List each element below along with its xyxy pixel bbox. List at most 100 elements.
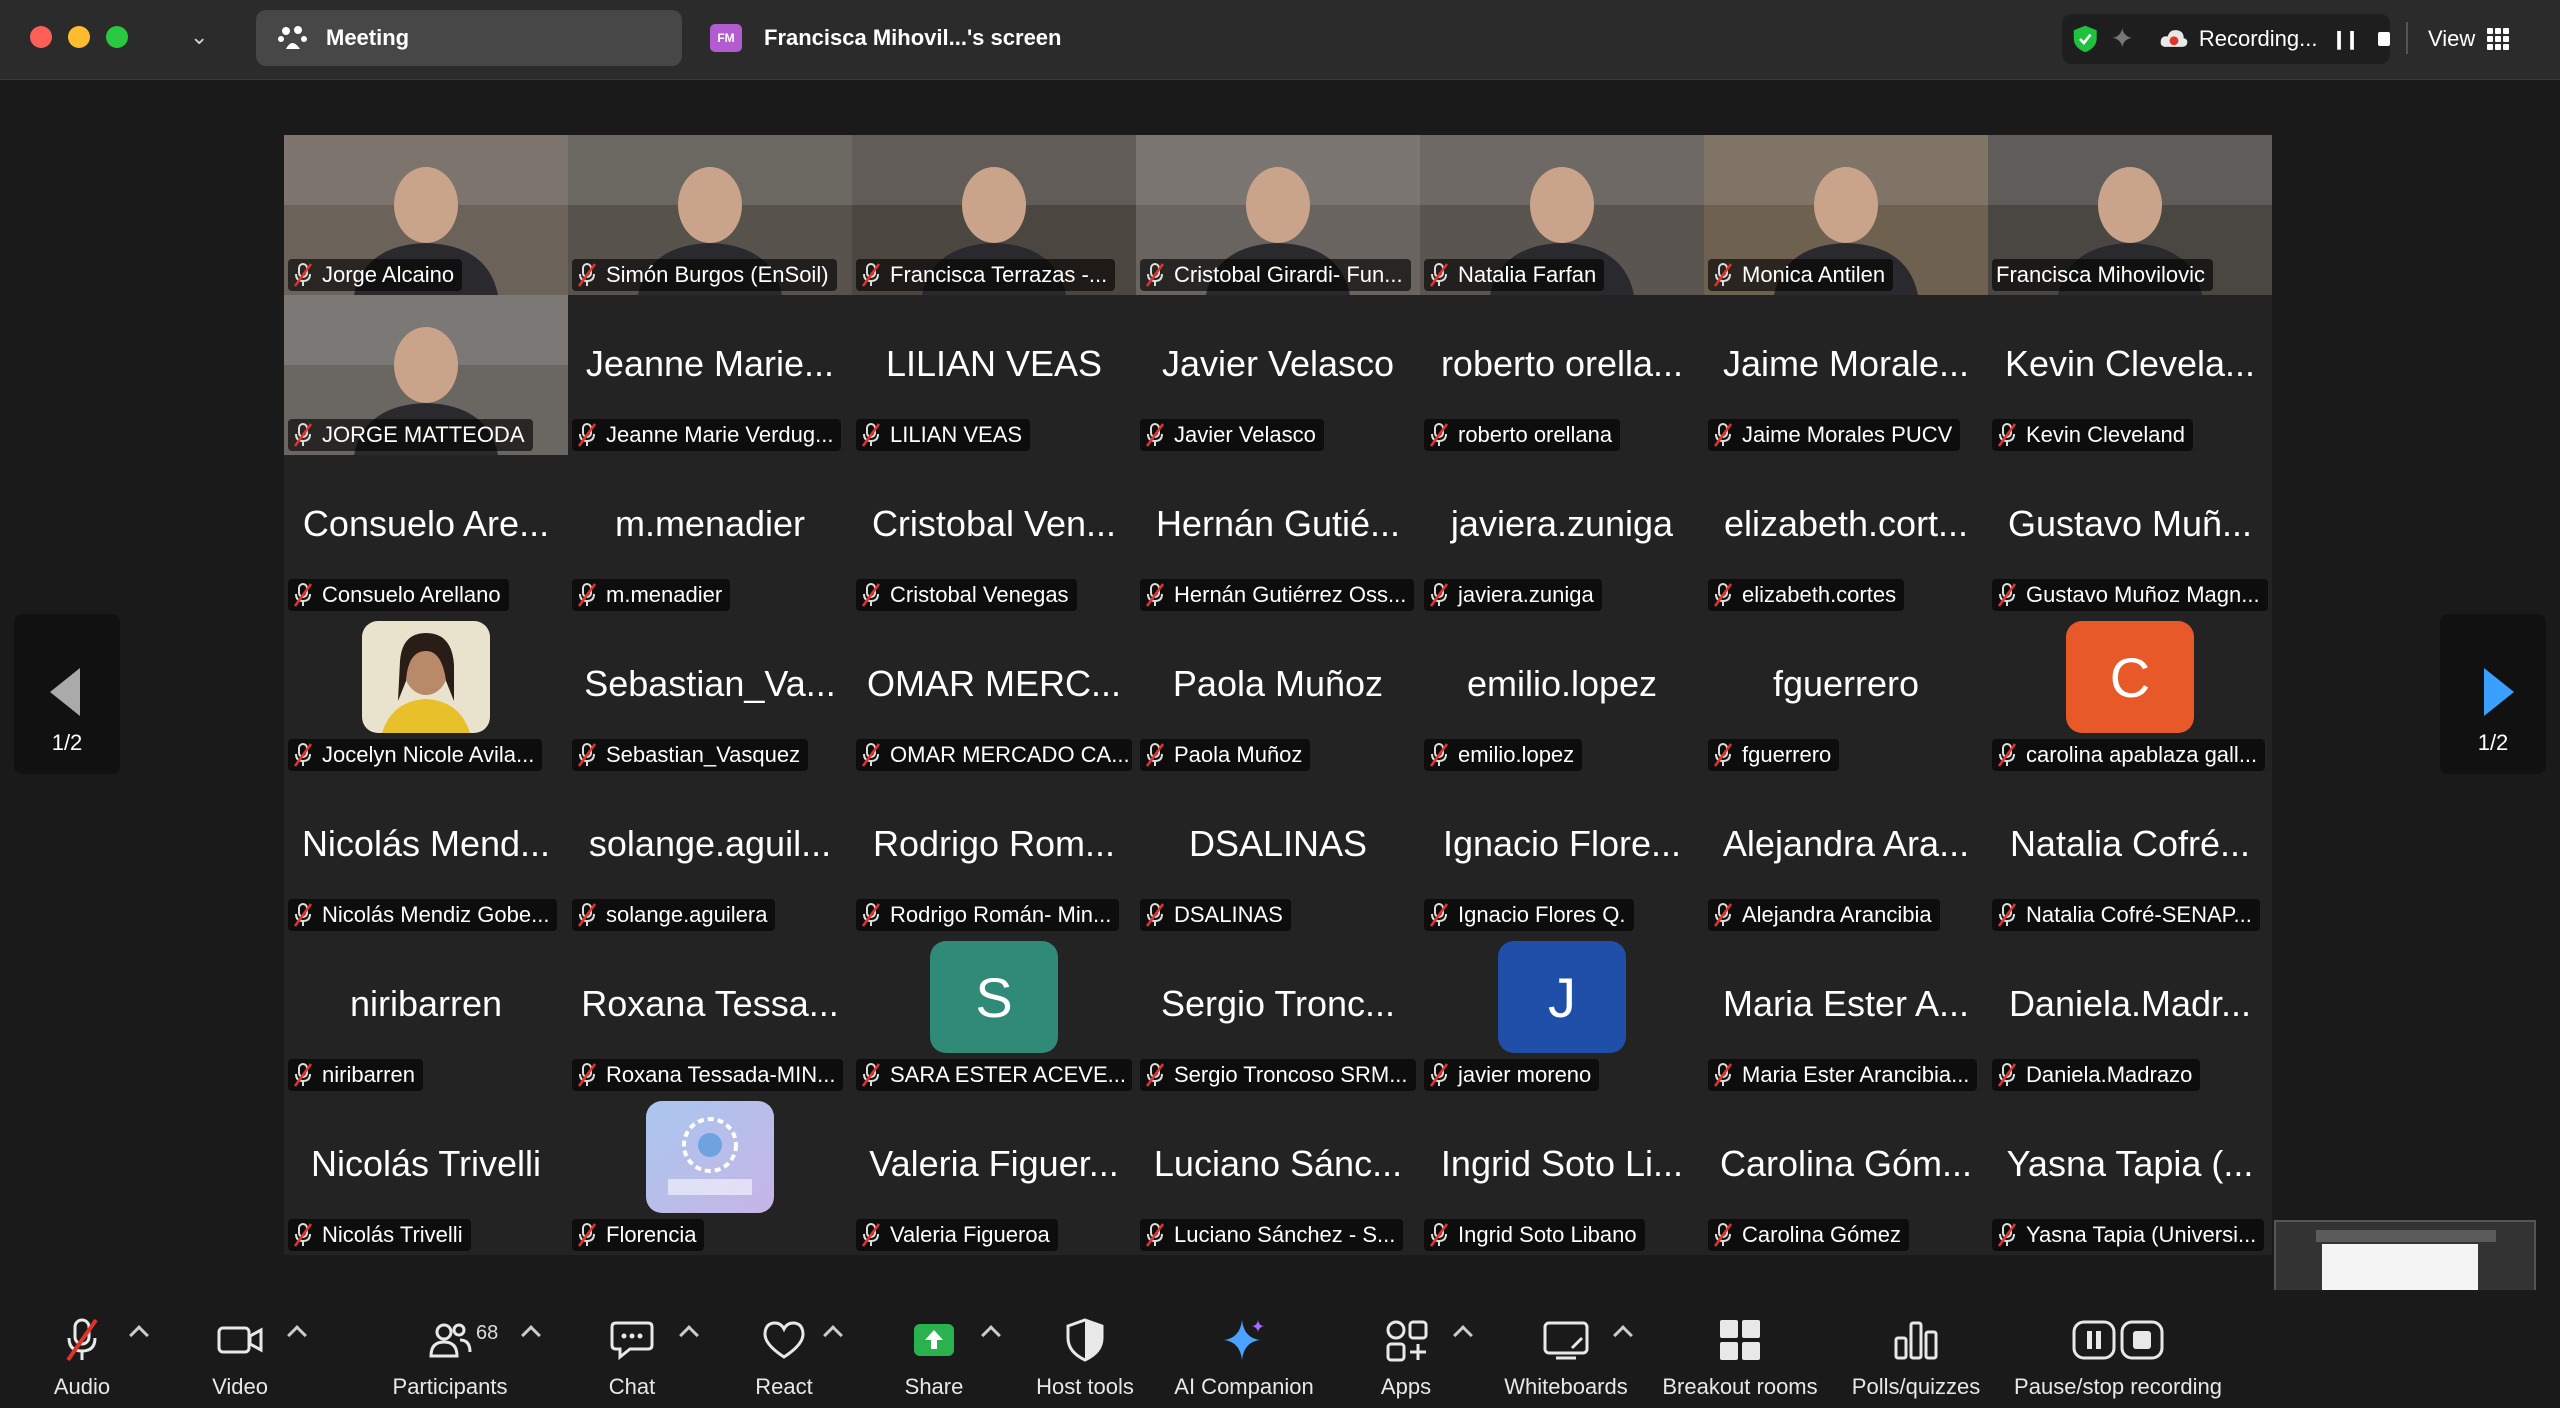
share-options-caret[interactable] [981,1325,1001,1345]
participant-tile[interactable]: Kevin Clevela... Kevin Cleveland [1988,295,2272,455]
muted-mic-icon [1145,263,1165,287]
participant-tile[interactable]: roberto orella... roberto orellana [1420,295,1704,455]
participants-button[interactable]: Participants [382,1290,518,1408]
titlebar-divider [2406,22,2408,54]
participant-tile[interactable]: OMAR MERC... OMAR MERCADO CA... [852,615,1136,775]
participant-tile[interactable]: Nicolás Mend... Nicolás Mendiz Gobe... [284,775,568,935]
pause-stop-recording-button[interactable]: Pause/stop recording [2010,1290,2226,1408]
participant-tile[interactable]: Hernán Gutié... Hernán Gutiérrez Oss... [1136,455,1420,615]
participant-name-label: Sergio Troncoso SRM... [1140,1059,1416,1091]
participant-tile[interactable]: Jeanne Marie... Jeanne Marie Verdug... [568,295,852,455]
whiteboards-button[interactable]: Whiteboards [1500,1290,1632,1408]
polls-quizzes-button[interactable]: Polls/quizzes [1848,1290,1984,1408]
participant-tile[interactable]: Natalia Farfan [1420,135,1704,295]
participant-tile[interactable]: fguerrero fguerrero [1704,615,1988,775]
participant-tile[interactable]: Luciano Sánc... Luciano Sánchez - S... [1136,1095,1420,1255]
participant-tile[interactable]: Consuelo Are... Consuelo Arellano [284,455,568,615]
audio-button[interactable]: Audio [40,1290,124,1408]
tab-meeting[interactable]: Meeting [256,10,682,66]
participant-display-name: Nicolás Mend... [301,823,551,864]
participant-tile[interactable]: Rodrigo Rom... Rodrigo Román- Min... [852,775,1136,935]
video-button[interactable]: Video [198,1290,282,1408]
participant-tile[interactable]: Paola Muñoz Paola Muñoz [1136,615,1420,775]
participants-options-caret[interactable] [521,1325,541,1345]
stop-recording-icon[interactable] [2377,32,2390,46]
participant-tile[interactable]: Roxana Tessa... Roxana Tessada-MIN... [568,935,852,1095]
view-button[interactable]: View [2428,16,2510,62]
react-options-caret[interactable] [823,1325,843,1345]
ai-sparkle-icon[interactable]: ✦ [2110,24,2136,54]
participant-tile[interactable]: Florencia [568,1095,852,1255]
participants-label: Participants [392,1374,508,1399]
muted-mic-icon [293,1063,313,1087]
window-maximize-button[interactable] [106,26,128,48]
participant-tile[interactable]: niribarren niribarren [284,935,568,1095]
participant-tile[interactable]: solange.aguil... solange.aguilera [568,775,852,935]
participant-name: Cristobal Girardi- Fun... [1174,262,1403,287]
participant-tile[interactable]: Sebastian_Va... Sebastian_Vasquez [568,615,852,775]
participant-tile[interactable]: S SARA ESTER ACEVE... [852,935,1136,1095]
participant-tile[interactable]: Valeria Figuer... Valeria Figueroa [852,1095,1136,1255]
participant-tile[interactable]: m.menadier m.menadier [568,455,852,615]
participant-tile[interactable]: JORGE MATTEODA [284,295,568,455]
participant-tile[interactable]: javiera.zuniga javiera.zuniga [1420,455,1704,615]
participant-tile[interactable]: Javier Velasco Javier Velasco [1136,295,1420,455]
participant-tile[interactable]: Simón Burgos (EnSoil) [568,135,852,295]
pause-recording-icon[interactable]: ❙❙ [2331,29,2359,50]
participant-name: Roxana Tessada-MIN... [606,1062,836,1087]
participant-tile[interactable]: Francisca Terrazas -... [852,135,1136,295]
participant-tile[interactable]: Maria Ester A... Maria Ester Arancibia... [1704,935,1988,1095]
participant-tile[interactable]: LILIAN VEAS LILIAN VEAS [852,295,1136,455]
breakout-rooms-button[interactable]: Breakout rooms [1660,1290,1820,1408]
window-minimize-button[interactable] [68,26,90,48]
audio-options-caret[interactable] [129,1325,149,1345]
participant-tile[interactable]: Gustavo Muñ... Gustavo Muñoz Magn... [1988,455,2272,615]
participant-tile[interactable]: Jaime Morale... Jaime Morales PUCV [1704,295,1988,455]
participant-tile[interactable]: emilio.lopez emilio.lopez [1420,615,1704,775]
participant-tile[interactable]: Carolina Góm... Carolina Gómez [1704,1095,1988,1255]
apps-label: Apps [1380,1374,1432,1399]
participant-tile[interactable]: Jorge Alcaino [284,135,568,295]
participant-tile[interactable]: Nicolás Trivelli Nicolás Trivelli [284,1095,568,1255]
apps-options-caret[interactable] [1453,1325,1473,1345]
participant-display-name: Sebastian_Va... [584,663,836,704]
react-button[interactable]: React [742,1290,826,1408]
participant-tile[interactable]: Francisca Mihovilovic [1988,135,2272,295]
participant-name-label: Ingrid Soto Libano [1424,1219,1645,1251]
chevron-down-icon[interactable]: ⌄ [190,24,208,50]
participant-name-label: fguerrero [1708,739,1840,771]
participant-tile[interactable]: Yasna Tapia (... Yasna Tapia (Universi... [1988,1095,2272,1255]
apps-button[interactable]: Apps [1364,1290,1448,1408]
muted-mic-icon [1713,583,1733,607]
participant-tile[interactable]: Daniela.Madr... Daniela.Madrazo [1988,935,2272,1095]
participant-tile[interactable]: Sergio Tronc... Sergio Troncoso SRM... [1136,935,1420,1095]
participant-name: Gustavo Muñoz Magn... [2026,582,2260,607]
share-button[interactable]: Share [892,1290,976,1408]
participant-name-label: Cristobal Venegas [856,579,1077,611]
participant-tile[interactable]: Monica Antilen [1704,135,1988,295]
participant-tile[interactable]: Alejandra Ara... Alejandra Arancibia [1704,775,1988,935]
chat-button[interactable]: Chat [590,1290,674,1408]
participant-tile[interactable]: Ingrid Soto Li... Ingrid Soto Libano [1420,1095,1704,1255]
muted-mic-icon [1429,583,1449,607]
next-page-button[interactable]: 1/2 [2440,614,2546,774]
participant-tile[interactable]: DSALINAS DSALINAS [1136,775,1420,935]
ai-companion-button[interactable]: AI Companion [1170,1290,1318,1408]
participant-tile[interactable]: Jjavier moreno [1420,935,1704,1095]
security-shield-icon[interactable] [2072,23,2098,55]
previous-page-button[interactable]: 1/2 [14,614,120,774]
video-options-caret[interactable] [287,1325,307,1345]
window-close-button[interactable] [30,26,52,48]
participant-tile[interactable]: Natalia Cofré... Natalia Cofré-SENAP... [1988,775,2272,935]
participant-tile[interactable]: Ccarolina apablaza gall... [1988,615,2272,775]
host-tools-button[interactable]: Host tools [1030,1290,1140,1408]
participant-tile[interactable]: Cristobal Ven... Cristobal Venegas [852,455,1136,615]
participant-tile[interactable]: elizabeth.cort... elizabeth.cortes [1704,455,1988,615]
participant-tile[interactable]: Ignacio Flore... Ignacio Flores Q. [1420,775,1704,935]
chat-options-caret[interactable] [679,1325,699,1345]
participant-tile[interactable]: Cristobal Girardi- Fun... [1136,135,1420,295]
participant-tile[interactable]: Jocelyn Nicole Avila... [284,615,568,775]
participant-name-label: Roxana Tessada-MIN... [572,1059,844,1091]
tab-shared-screen[interactable]: FM Francisca Mihovil...'s screen [710,10,1130,66]
host-shield-icon [1061,1316,1109,1364]
